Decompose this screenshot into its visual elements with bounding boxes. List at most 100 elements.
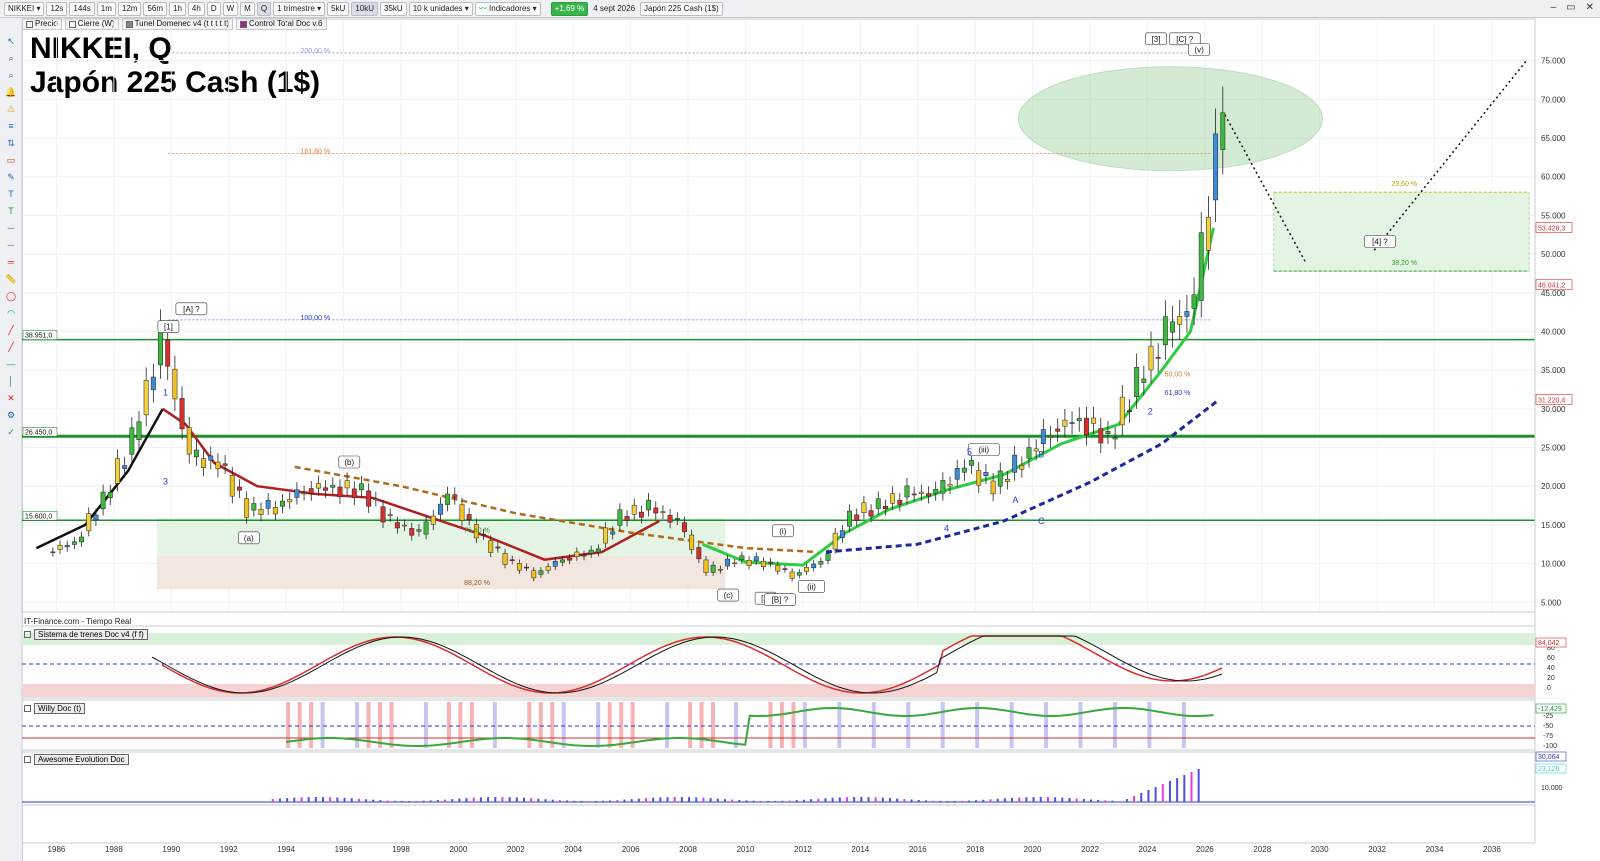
trains-axis-label: 0 [1547, 685, 1551, 692]
units-5ku[interactable]: 5kU [327, 1, 350, 16]
channel-icon[interactable]: ═ [4, 256, 18, 268]
segment-icon[interactable]: — [4, 358, 18, 370]
fibonacci-icon[interactable]: ≡ [4, 120, 18, 132]
panel-toggle-icon[interactable] [24, 705, 31, 712]
y-axis: 75.000 70.000 65.000 60.000 55.000 50.000 45.0… [1534, 19, 1573, 843]
zoom-icon[interactable]: ⌕ [4, 52, 18, 64]
wave-label-box [967, 443, 1000, 456]
magnifier-icon[interactable]: ⌕ [4, 69, 18, 81]
timeframe-12s[interactable]: 12s [46, 1, 68, 16]
panel-toggle-icon[interactable] [24, 631, 31, 638]
rectangle-icon[interactable]: ▭ [4, 154, 18, 166]
willy-axis-label: -50 [1543, 723, 1553, 730]
awesome-bar [522, 797, 525, 802]
arc-icon[interactable]: ◠ [4, 307, 18, 319]
awesome-bar [322, 797, 325, 802]
timeframe-144s[interactable]: 144s [69, 1, 95, 16]
trains-panel-label: Sistema de trenes Doc v4 (f f) [24, 629, 148, 640]
y-tick-label: 25.000 [1541, 444, 1566, 453]
candle-body [495, 546, 501, 549]
units-10ku[interactable]: 10kU [351, 1, 379, 16]
delete-icon[interactable]: ✕ [4, 392, 18, 404]
text-icon[interactable]: T [4, 188, 18, 200]
trains-axis-label: 20 [1547, 675, 1555, 682]
check-icon[interactable]: ✓ [4, 426, 18, 438]
candle-body [387, 514, 393, 516]
candle-body [481, 533, 486, 536]
awesome-bar [752, 800, 755, 802]
credit-label: IT-Finance.com - Tiempo Real [24, 617, 132, 626]
timeframe-4h[interactable]: 4h [187, 1, 205, 16]
awesome-bar [1090, 799, 1092, 802]
arrows-icon[interactable]: ⇅ [4, 137, 18, 149]
awesome-bar [716, 798, 719, 802]
price-chart[interactable]: 38.951,026.450,015.600,0 200,00 %161,80 … [0, 0, 1600, 861]
awesome-bar [838, 797, 841, 802]
legend-control[interactable]: Control Total Doc v.6 [235, 18, 327, 30]
minimize-icon[interactable]: – [1551, 2, 1557, 13]
candle-body [638, 511, 644, 518]
symbol-selector[interactable]: NIKKEI ▾ [4, 1, 45, 16]
wave-label-box [157, 320, 180, 333]
awesome-bar [645, 798, 647, 802]
candle-body [380, 506, 386, 523]
units-dropdown[interactable]: 10 k unidades ▾ [408, 1, 473, 16]
panel-toggle-icon[interactable] [24, 756, 31, 763]
cursor-icon[interactable]: ↖ [4, 35, 18, 47]
date-label: 4 sept 2026 [593, 4, 636, 13]
support-tag: 26.450,0 [25, 429, 52, 436]
text-color-icon[interactable]: T [4, 205, 18, 217]
timeframe-w[interactable]: W [222, 1, 239, 16]
candle-body [71, 541, 77, 545]
alert-icon[interactable]: ⚠ [4, 103, 18, 115]
awesome-bar [537, 798, 540, 802]
settings-icon[interactable]: ⚙ [4, 409, 18, 421]
timeframe-q[interactable]: Q [256, 1, 272, 16]
trend-line-2-icon[interactable]: ╱ [4, 341, 18, 353]
timeframe-56m[interactable]: 56m [143, 1, 167, 16]
units-35ku[interactable]: 35kU [380, 1, 407, 16]
candle-body [466, 514, 472, 520]
bell-icon[interactable]: 🔔 [4, 86, 18, 98]
awesome-bar [530, 798, 533, 802]
legend-close[interactable]: Cierre (W) [64, 18, 119, 30]
awesome-bar [393, 800, 396, 802]
awesome-bar [429, 800, 432, 802]
legend-price[interactable]: Precio [22, 18, 62, 30]
ellipse-icon[interactable]: ◯ [4, 290, 18, 302]
awesome-bar [853, 797, 856, 802]
legend-tunnel[interactable]: Tunel Domenec v4 (t t t t t) [121, 18, 233, 30]
willy-bar [378, 702, 382, 748]
price-tag: 31.220,4 [1538, 397, 1565, 404]
candle-body [516, 563, 522, 571]
vline-icon[interactable]: │ [4, 375, 18, 387]
maximize-icon[interactable]: ▭ [1566, 2, 1575, 13]
awesome-bar [307, 797, 310, 802]
x-tick-label: 1994 [277, 845, 295, 854]
willy-bar [871, 702, 876, 748]
timeframe-1m[interactable]: 1m [96, 1, 116, 16]
legend-price-label: Precio [35, 19, 58, 28]
timeframe-d[interactable]: D [206, 1, 221, 16]
period-dropdown[interactable]: 1 trimestre ▾ [273, 1, 326, 16]
awesome-bar [889, 798, 892, 802]
willy-bar [607, 702, 612, 748]
timeframe-1h[interactable]: 1h [169, 1, 186, 16]
timeframe-m[interactable]: M [240, 1, 255, 16]
awesome-bar [860, 797, 863, 802]
candle-body [753, 556, 759, 562]
close-icon[interactable]: ✕ [1586, 2, 1594, 13]
ruler-icon[interactable]: 📏 [4, 273, 18, 285]
wave-label: 3 [163, 476, 168, 486]
trend-line-icon[interactable]: ╱ [4, 324, 18, 336]
indicators-label: Indicadores [489, 3, 531, 13]
indicators-button[interactable]: 〰 Indicadores ▾ [474, 1, 541, 16]
candle-body [1134, 366, 1140, 397]
hline-icon[interactable]: ─ [4, 222, 18, 234]
awesome-bar [278, 798, 281, 802]
awesome-bar [594, 800, 597, 802]
ray-icon[interactable]: ─ [4, 239, 18, 251]
candle-body [818, 561, 824, 565]
timeframe-12m[interactable]: 12m [117, 1, 142, 16]
pencil-icon[interactable]: ✎ [4, 171, 18, 183]
